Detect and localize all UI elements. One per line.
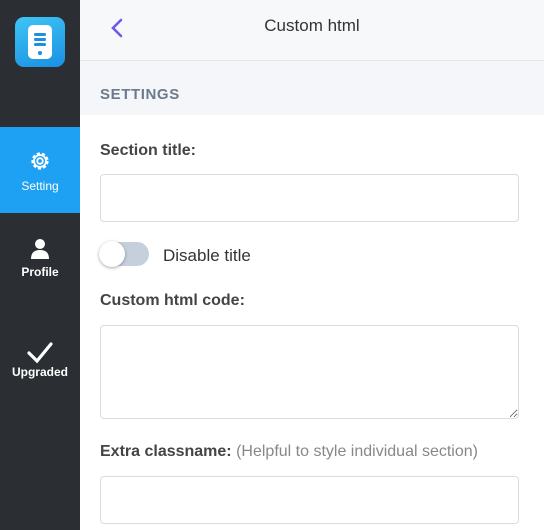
extra-classname-label: Extra classname: (Helpful to style indiv… — [100, 443, 478, 461]
sidebar-item-label: Setting — [21, 179, 59, 193]
extra-classname-input[interactable] — [100, 476, 519, 524]
sidebar-item-label: Profile — [21, 265, 59, 279]
extra-classname-hint: (Helpful to style individual section) — [236, 443, 478, 460]
sidebar-item-setting[interactable]: Setting — [0, 127, 80, 213]
logo-page — [28, 25, 52, 59]
sidebar-item-upgraded[interactable]: Upgraded — [0, 313, 80, 399]
sidebar: Setting Profile Upgraded — [0, 0, 80, 530]
section-title-label: Section title: — [100, 142, 197, 159]
checkmark-icon — [27, 342, 53, 364]
gear-icon — [31, 152, 49, 170]
user-icon — [31, 239, 49, 259]
sidebar-item-profile[interactable]: Profile — [0, 213, 80, 299]
main-panel: Custom html SETTINGS Section title: Disa… — [80, 0, 544, 530]
extra-classname-label-text: Extra classname: — [100, 443, 232, 460]
sidebar-item-label: Upgraded — [11, 365, 68, 379]
disable-title-label: Disable title — [163, 246, 251, 265]
toggle-knob — [99, 241, 125, 267]
page-title: Custom html — [264, 16, 360, 35]
section-title-input[interactable] — [100, 174, 519, 222]
top-bar: Custom html — [80, 0, 544, 61]
custom-html-textarea[interactable] — [100, 325, 519, 419]
disable-title-toggle[interactable] — [99, 241, 149, 267]
app-logo-icon[interactable] — [15, 17, 65, 67]
settings-section-header: SETTINGS — [80, 61, 544, 115]
section-heading: SETTINGS — [100, 86, 180, 103]
custom-html-label: Custom html code: — [100, 292, 245, 309]
